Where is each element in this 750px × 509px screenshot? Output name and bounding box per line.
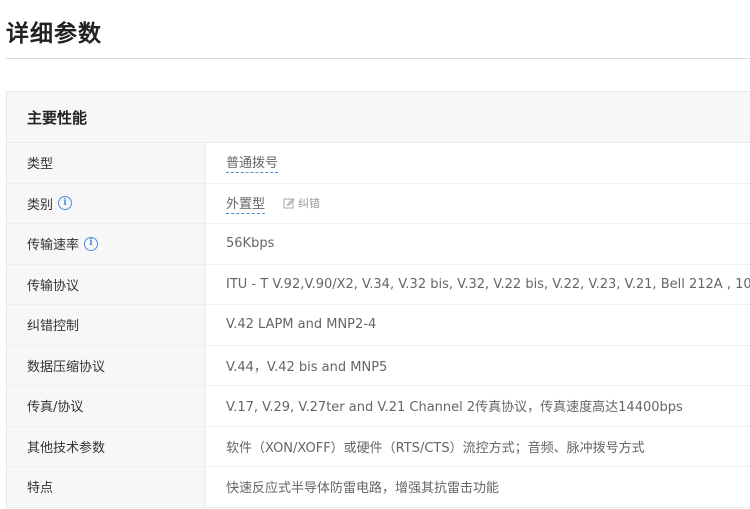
info-icon[interactable]: i <box>84 236 99 251</box>
info-icon[interactable]: i <box>58 196 73 211</box>
row-value: V.42 LAPM and MNP2-4 <box>226 317 377 333</box>
row-value: 快速反应式半导体防雷电路，增强其抗雷击功能 <box>226 481 500 497</box>
edit-icon <box>283 198 295 209</box>
row-value: ITU - T V.92,V.90/X2, V.34, V.32 bis, V.… <box>226 276 750 292</box>
table-row: 纠错控制 V.42 LAPM and MNP2-4 <box>7 305 750 346</box>
table-row: 其他技术参数 软件（XON/XOFF）或硬件（RTS/CTS）流控方式；音频、脉… <box>7 426 750 467</box>
page-title: 详细参数 <box>6 21 102 47</box>
row-value: 软件（XON/XOFF）或硬件（RTS/CTS）流控方式；音频、脉冲拨号方式 <box>226 440 645 456</box>
row-label: 数据压缩协议 <box>7 345 206 385</box>
row-value: V.44，V.42 bis and MNP5 <box>226 359 388 375</box>
section-title: 主要性能 <box>7 92 750 143</box>
table-row: 传真/协议 V.17, V.29, V.27ter and V.21 Chann… <box>7 386 750 427</box>
table-row: 类型 普通拨号 <box>7 143 750 184</box>
type-value-link[interactable]: 普通拨号 <box>226 152 279 174</box>
row-label: 传真/协议 <box>7 386 206 426</box>
row-label: 传输协议 <box>7 264 206 304</box>
row-label: 特点 <box>7 467 206 507</box>
category-value-link[interactable]: 外置型 <box>226 193 266 214</box>
title-divider <box>6 58 750 59</box>
row-value: V.17, V.29, V.27ter and V.21 Channel 2传真… <box>226 400 683 416</box>
row-value: 56Kbps <box>226 236 275 252</box>
row-value: 普通拨号 <box>206 143 750 183</box>
table-row: 传输速率 i 56Kbps <box>7 224 750 265</box>
table-row: 数据压缩协议 V.44，V.42 bis and MNP5 <box>7 345 750 386</box>
row-label: 类型 <box>7 143 206 183</box>
table-row: 类别 i 外置型 纠错 <box>7 183 750 224</box>
row-value: 外置型 纠错 <box>206 184 750 224</box>
row-label: 其他技术参数 <box>7 426 206 466</box>
table-row: 特点 快速反应式半导体防雷电路，增强其抗雷击功能 <box>7 467 750 508</box>
row-label: 类别 i <box>7 183 206 223</box>
row-label: 传输速率 i <box>7 224 206 264</box>
spec-table: 主要性能 类型 普通拨号 类别 i 外置型 纠错 传输速率 i 56Kbps 传… <box>6 91 750 509</box>
correct-error-link[interactable]: 纠错 <box>283 195 320 211</box>
row-label: 纠错控制 <box>7 305 206 345</box>
table-row: 传输协议 ITU - T V.92,V.90/X2, V.34, V.32 bi… <box>7 264 750 305</box>
